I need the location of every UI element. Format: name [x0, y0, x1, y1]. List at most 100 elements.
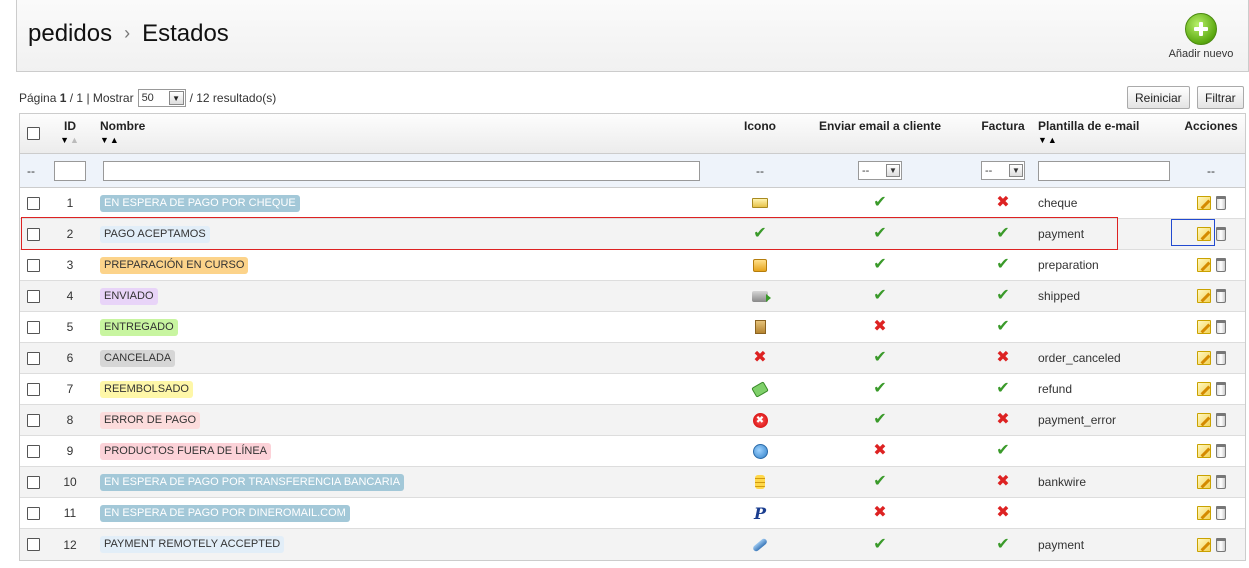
order-states-table: ID ▼▲ Nombre ▼▲ Icono Enviar email a cli…: [19, 113, 1246, 561]
check-icon[interactable]: ✔: [873, 350, 886, 366]
check-icon[interactable]: ✔: [873, 288, 886, 304]
check-icon[interactable]: ✔: [996, 443, 1009, 459]
edit-icon[interactable]: [1196, 506, 1211, 520]
column-header-icon: Icono: [744, 119, 776, 133]
table-row[interactable]: 9 PRODUCTOS FUERA DE LÍNEA ✖ ✔: [20, 436, 1245, 467]
check-icon[interactable]: ✔: [873, 226, 886, 242]
cross-icon[interactable]: ✖: [996, 350, 1009, 366]
check-icon[interactable]: ✔: [873, 257, 886, 273]
check-icon[interactable]: ✔: [873, 536, 886, 553]
delete-icon[interactable]: [1215, 320, 1226, 334]
reset-button[interactable]: Reiniciar: [1127, 86, 1190, 109]
cross-icon[interactable]: ✖: [873, 319, 886, 335]
edit-icon[interactable]: [1196, 413, 1211, 427]
table-row[interactable]: 4 ENVIADO ✔ ✔ shipped: [20, 281, 1245, 312]
invoice-filter-select[interactable]: -- ▼: [981, 161, 1025, 180]
table-row[interactable]: 6 CANCELADA ✖ ✔ ✖ order_canceled: [20, 343, 1245, 374]
add-new-button[interactable]: Añadir nuevo: [1166, 13, 1236, 60]
table-row[interactable]: 3 PREPARACIÓN EN CURSO ✔ ✔ preparation: [20, 250, 1245, 281]
edit-icon[interactable]: [1196, 289, 1211, 303]
edit-icon[interactable]: [1196, 444, 1211, 458]
delete-icon[interactable]: [1215, 351, 1226, 365]
breadcrumb-separator-icon: ›: [124, 23, 131, 43]
cross-icon[interactable]: ✖: [996, 412, 1009, 428]
check-icon[interactable]: ✔: [996, 381, 1009, 397]
edit-icon[interactable]: [1196, 537, 1211, 552]
delete-icon[interactable]: [1215, 506, 1226, 520]
cross-icon[interactable]: ✖: [873, 443, 886, 459]
select-all-checkbox[interactable]: [27, 127, 40, 140]
sort-desc-icon[interactable]: ▼: [100, 135, 110, 145]
check-icon[interactable]: ✔: [996, 319, 1009, 335]
row-checkbox[interactable]: [27, 351, 40, 365]
send-email-filter-select[interactable]: -- ▼: [858, 161, 902, 180]
state-name-badge: EN ESPERA DE PAGO POR CHEQUE: [100, 194, 300, 212]
check-icon[interactable]: ✔: [873, 195, 886, 211]
check-icon[interactable]: ✔: [996, 536, 1009, 553]
table-row[interactable]: 2 PAGO ACEPTAMOS ✔ ✔ ✔ payment: [20, 219, 1245, 250]
table-row[interactable]: 12 PAYMENT REMOTELY ACCEPTED ✔ ✔ payment: [20, 529, 1245, 560]
sort-asc-icon[interactable]: ▲: [1048, 135, 1058, 145]
cross-icon[interactable]: ✖: [996, 505, 1009, 521]
sort-desc-icon[interactable]: ▼: [60, 135, 70, 145]
edit-icon[interactable]: [1196, 382, 1211, 396]
delete-icon[interactable]: [1215, 258, 1226, 272]
table-row[interactable]: 10 EN ESPERA DE PAGO POR TRANSFERENCIA BA…: [20, 467, 1245, 498]
delete-icon[interactable]: [1215, 475, 1226, 489]
row-checkbox[interactable]: [27, 444, 40, 458]
id-filter-input[interactable]: [54, 160, 86, 181]
state-id: 1: [66, 196, 74, 210]
row-checkbox[interactable]: [27, 413, 40, 427]
row-checkbox[interactable]: [27, 382, 40, 396]
delete-icon[interactable]: [1215, 196, 1226, 210]
name-filter-input[interactable]: [103, 160, 700, 181]
delete-icon[interactable]: [1215, 382, 1226, 396]
per-page-select[interactable]: 50 ▼: [137, 89, 186, 107]
cross-icon[interactable]: ✖: [996, 195, 1009, 211]
edit-icon[interactable]: [1196, 351, 1211, 365]
row-checkbox[interactable]: [27, 227, 40, 241]
template-filter-input[interactable]: [1038, 160, 1170, 181]
cross-icon[interactable]: ✖: [873, 505, 886, 521]
edit-icon[interactable]: [1196, 258, 1211, 272]
table-header-row: ID ▼▲ Nombre ▼▲ Icono Enviar email a cli…: [20, 114, 1245, 154]
row-checkbox[interactable]: [27, 258, 40, 272]
check-icon[interactable]: ✔: [873, 474, 886, 490]
table-row[interactable]: 8 ERROR DE PAGO ✖ ✔ ✖ payment_error: [20, 405, 1245, 436]
cross-icon[interactable]: ✖: [996, 474, 1009, 490]
page-toolbar: pedidos › Estados Añadir nuevo: [16, 0, 1249, 72]
cheque-icon: [752, 198, 768, 208]
sort-asc-icon[interactable]: ▲: [110, 135, 120, 145]
table-row[interactable]: 1 EN ESPERA DE PAGO POR CHEQUE ✔ ✖ cheque: [20, 188, 1245, 219]
edit-icon[interactable]: [1196, 227, 1211, 241]
sort-asc-icon[interactable]: ▲: [70, 135, 80, 145]
sort-desc-icon[interactable]: ▼: [1038, 135, 1048, 145]
delete-icon[interactable]: [1215, 413, 1226, 427]
delete-icon[interactable]: [1215, 537, 1226, 552]
table-row[interactable]: 11 EN ESPERA DE PAGO POR DINEROMAIL.COM P ✖…: [20, 498, 1245, 529]
row-checkbox[interactable]: [27, 475, 40, 489]
table-row[interactable]: 5 ENTREGADO ✖ ✔: [20, 312, 1245, 343]
delete-icon[interactable]: [1215, 444, 1226, 458]
row-checkbox[interactable]: [27, 289, 40, 303]
check-icon[interactable]: ✔: [996, 288, 1009, 304]
check-icon[interactable]: ✔: [996, 226, 1009, 242]
row-checkbox[interactable]: [27, 196, 40, 210]
delete-icon[interactable]: [1215, 289, 1226, 303]
edit-icon[interactable]: [1196, 320, 1211, 334]
check-icon[interactable]: ✔: [873, 412, 886, 428]
filter-button[interactable]: Filtrar: [1197, 86, 1244, 109]
edit-icon[interactable]: [1196, 475, 1211, 489]
filter-row: -- -- -- ▼ -- ▼ --: [20, 154, 1245, 188]
column-header-actions: Acciones: [1184, 119, 1238, 133]
delete-icon[interactable]: [1215, 227, 1226, 241]
check-icon[interactable]: ✔: [873, 381, 886, 397]
row-checkbox[interactable]: [27, 320, 40, 334]
row-checkbox[interactable]: [27, 506, 40, 520]
filter-dash: --: [27, 163, 35, 178]
breadcrumb-orders[interactable]: pedidos: [28, 20, 112, 47]
edit-icon[interactable]: [1196, 196, 1211, 210]
table-row[interactable]: 7 REEMBOLSADO ✔ ✔ refund: [20, 374, 1245, 405]
row-checkbox[interactable]: [27, 538, 40, 551]
check-icon[interactable]: ✔: [996, 257, 1009, 273]
